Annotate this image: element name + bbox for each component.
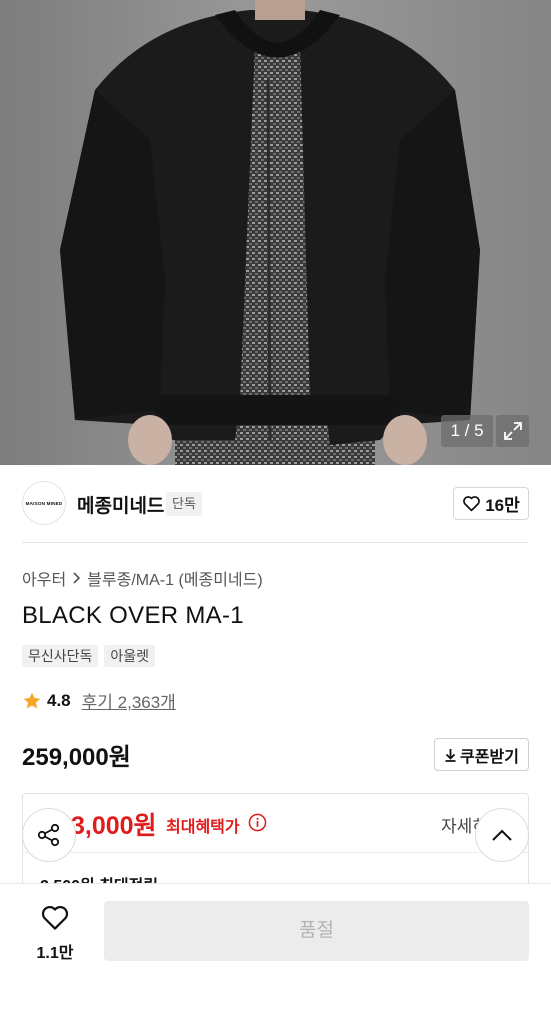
breadcrumb-subcategory[interactable]: 블루종/MA-1 (메종미네드) xyxy=(87,566,263,590)
price: 259,000원 xyxy=(22,744,131,771)
tag-exclusive: 무신사단독 xyxy=(22,645,99,667)
product-tags: 무신사단독 아울렛 xyxy=(22,645,156,667)
breadcrumb: 아우터 블루종/MA-1 (메종미네드) xyxy=(22,566,263,590)
tag-outlet: 아울렛 xyxy=(104,645,156,667)
image-counter: 1 / 5 xyxy=(441,415,493,447)
product-photo xyxy=(0,0,551,465)
brand-like-button[interactable]: 16만 xyxy=(453,487,529,520)
max-benefit-label: 최대혜택가 xyxy=(166,819,240,836)
soldout-button[interactable]: 품절 xyxy=(104,901,529,961)
rating-row: 4.8 후기 2,363개 xyxy=(22,688,176,713)
expand-image-button[interactable] xyxy=(496,415,529,447)
chevron-right-icon xyxy=(73,572,81,584)
share-icon xyxy=(37,823,60,847)
info-icon[interactable] xyxy=(248,813,267,832)
review-link[interactable]: 후기 2,363개 xyxy=(82,688,176,713)
heart-icon xyxy=(463,496,481,512)
brand-name[interactable]: 메종미네드 xyxy=(77,491,164,518)
wishlist-count: 1.1만 xyxy=(36,945,74,962)
star-icon xyxy=(23,692,41,708)
coupon-button[interactable]: 쿠폰받기 xyxy=(434,738,529,771)
product-title: BLACK OVER MA-1 xyxy=(22,602,244,629)
scroll-top-button[interactable] xyxy=(475,808,529,862)
expand-icon xyxy=(503,422,522,440)
product-image[interactable]: 1 / 5 xyxy=(0,0,551,465)
wishlist-button[interactable]: 1.1만 xyxy=(28,904,82,963)
max-benefit-price: 3,000원 xyxy=(71,812,157,840)
share-button[interactable] xyxy=(22,808,76,862)
brand-like-count: 16만 xyxy=(485,496,520,515)
download-icon xyxy=(445,748,456,762)
heart-icon xyxy=(41,905,69,930)
brand-logo[interactable]: MAISON MINED xyxy=(22,481,66,525)
rating-score: 4.8 xyxy=(47,690,71,710)
bottom-action-bar: 1.1만 품절 xyxy=(0,883,551,1024)
divider xyxy=(22,542,529,543)
coupon-label: 쿠폰받기 xyxy=(460,748,519,766)
divider xyxy=(23,852,528,853)
brand-row: MAISON MINED 메종미네드 단독 16만 xyxy=(22,481,529,527)
breadcrumb-category[interactable]: 아우터 xyxy=(22,566,66,590)
chevron-up-icon xyxy=(492,829,512,841)
exclusive-badge: 단독 xyxy=(166,492,202,516)
